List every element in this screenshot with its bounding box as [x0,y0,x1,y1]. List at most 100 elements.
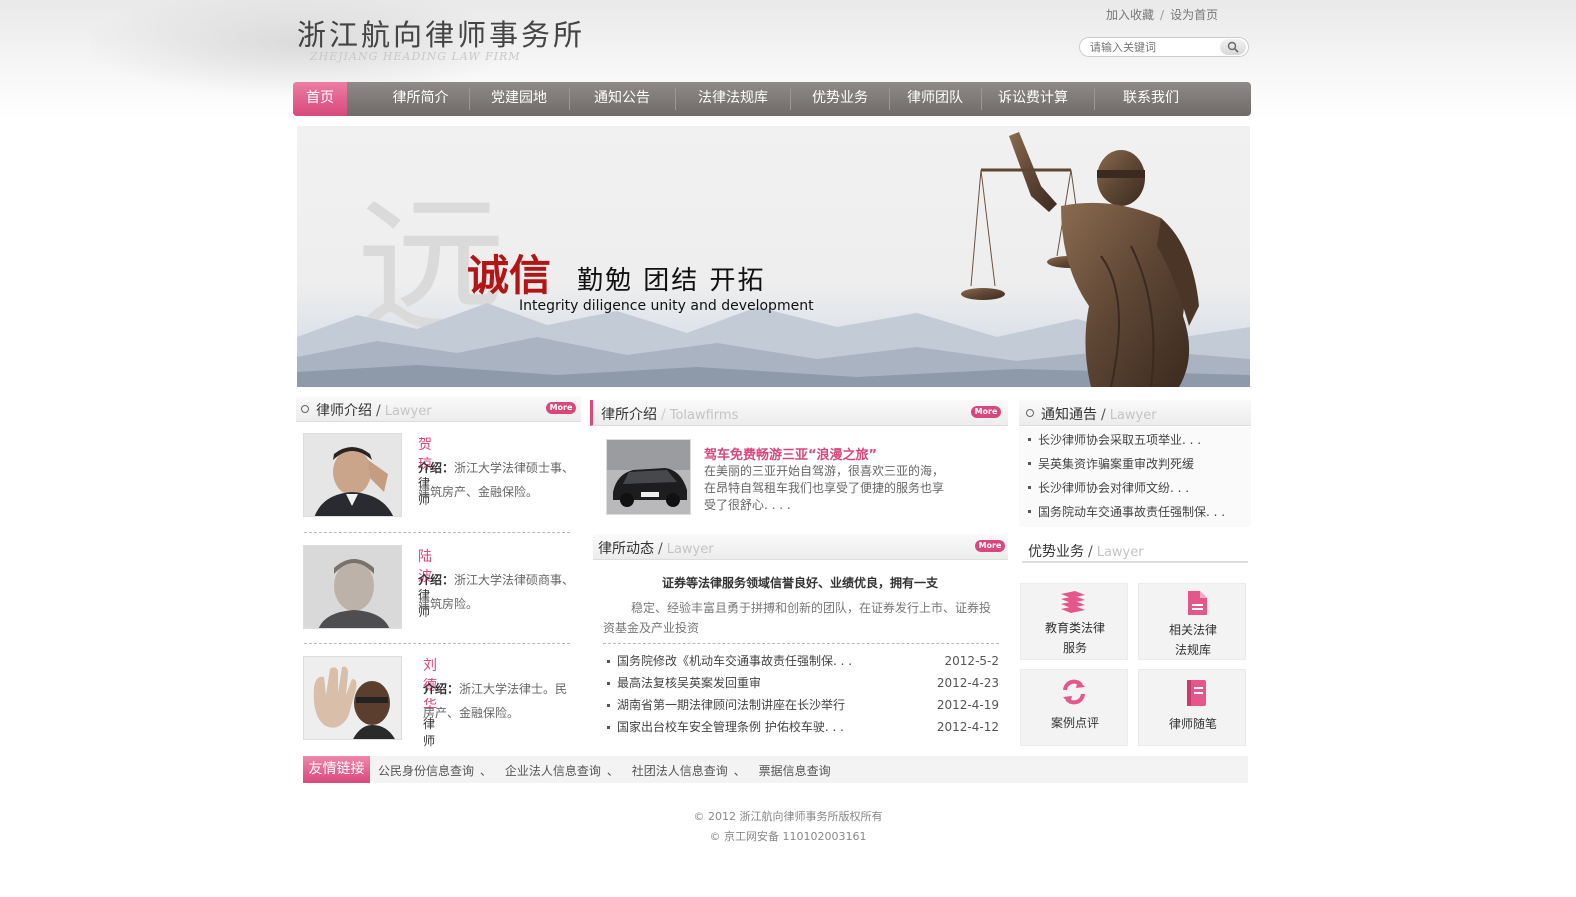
nav-fee-calculator[interactable]: 诉讼费计算 [983,82,1083,116]
firm-intro-subtitle: Tolawfirms [669,408,739,423]
nav-divider [569,88,570,110]
lawyers-section-subtitle: Lawyer [384,404,432,419]
banner-slogan-english: Integrity diligence unity and developmen… [519,298,814,314]
service-case-review[interactable]: 案例点评 [1020,669,1128,746]
firm-news-subtitle: Lawyer [666,542,714,557]
footer-copyright: © 2012 浙江航向律师事务所版权所有 [693,810,883,823]
justice-statue-illustration [961,132,1199,387]
add-favorite-link[interactable]: 加入收藏 [1106,8,1154,22]
news-item-title[interactable]: 湖南省第一期法律顾问法制讲座在长沙举行 [617,698,845,712]
notebook-icon [1187,680,1206,706]
services-slash: / [1088,544,1093,560]
divider [603,643,999,644]
friend-link[interactable]: 公民身份信息查询 [378,764,474,778]
nav-notices[interactable]: 通知公告 [572,82,672,116]
lawyer-portrait-image [304,657,401,739]
lawyers-more-button[interactable]: More [546,402,576,414]
nav-lawyer-team[interactable]: 律师团队 [891,82,979,116]
services-section-header: 优势业务 / Lawyer [1022,537,1248,563]
books-icon [1061,591,1085,613]
service-education-law[interactable]: 教育类法律 服务 [1020,583,1128,660]
services-title: 优势业务 [1028,544,1084,560]
nav-home[interactable]: 首页 [293,82,347,116]
logo-chinese[interactable]: 浙江航向律师事务所 [297,12,585,54]
firm-news-section-header: 律所动态 / Lawyer More [593,534,1008,560]
link-separator: 、 [733,764,746,778]
nav-divider [981,88,982,110]
friend-link[interactable]: 企业法人信息查询 [505,764,601,778]
notice-item[interactable]: 长沙律师协会对律师文纷. . . [1028,476,1248,500]
nav-divider [675,88,676,110]
refresh-icon [1063,679,1085,705]
lawyer-photo[interactable] [303,433,402,517]
notice-item[interactable]: 吴英集资诈骗案重审改判死缓 [1028,452,1248,476]
service-label-line2: 服务 [1062,641,1087,655]
car-image [607,440,690,514]
logo-english: ZHEJIANG HEADING LAW FIRM [310,50,521,63]
search-button[interactable] [1220,39,1246,55]
news-item-date: 2012-5-2 [944,654,999,668]
nav-party-building[interactable]: 党建园地 [471,82,567,116]
search-input[interactable] [1090,40,1215,55]
notices-title: 通知通告 [1041,407,1097,423]
banner-slogan-main: 诚信 [467,251,552,300]
news-list-item[interactable]: 湖南省第一期法律顾问法制讲座在长沙举行 2012-4-19 [607,694,999,716]
notices-subtitle: Lawyer [1109,408,1157,423]
notice-item[interactable]: 长沙律师协会采取五项举业. . . [1028,428,1248,452]
firm-news-slash: / [658,541,663,557]
service-label-line1: 相关法律 [1168,623,1217,637]
news-list-item[interactable]: 最高法复核吴英案发回重审 2012-4-23 [607,672,999,694]
service-law-library[interactable]: 相关法律 法规库 [1138,583,1246,660]
news-item-date: 2012-4-12 [936,720,999,734]
intro-label: 介绍： [423,682,460,696]
firm-intro-more-button[interactable]: More [971,406,1001,418]
divider [304,532,570,533]
headline-title[interactable]: 证券等法律服务领域信誉良好、业绩优良，拥有一支 [600,574,1000,591]
news-list-item[interactable]: 国务院修改《机动车交通事故责任强制保. . . 2012-5-2 [607,650,999,672]
news-thumbnail[interactable] [606,439,691,515]
news-item-title[interactable]: 最高法复核吴英案发回重审 [617,676,761,690]
link-separator: 、 [480,764,493,778]
divider [304,643,570,644]
section-bullet-icon [301,405,309,413]
friend-link[interactable]: 票据信息查询 [759,764,831,778]
news-item-title[interactable]: 国家出台校车安全管理条例 护佑校车驶. . . [617,720,844,734]
nav-firm-intro[interactable]: 律所简介 [373,82,468,116]
lawyers-section-header: 律师介绍 / Lawyer More [296,396,581,422]
nav-contact[interactable]: 联系我们 [1096,82,1206,116]
hero-banner: 远 诚信 勤勉 团结 开拓 Integrity diligence unity … [297,126,1250,387]
lawyers-section-slash: / [376,403,381,419]
nav-divider [889,88,890,110]
friend-links-bar: 友情链接 公民身份信息查询、 企业法人信息查询、 社团法人信息查询、 票据信息查… [303,756,1248,783]
news-title-link[interactable]: 驾车免费畅游三亚“浪漫之旅” [704,444,877,463]
nav-divider [1094,88,1095,110]
nav-law-library[interactable]: 法律法规库 [677,82,789,116]
search-icon [1227,41,1239,53]
news-item-date: 2012-4-23 [936,676,999,690]
intro-label: 介绍： [418,573,455,587]
firm-news-title: 律所动态 [598,541,654,557]
footer-icp: © 京工网安备 110102003161 [709,830,867,843]
friend-link[interactable]: 社团法人信息查询 [632,764,728,778]
news-item-date: 2012-4-19 [936,698,999,712]
main-nav: 首页 律所简介 党建园地 通知公告 法律法规库 优势业务 律师团队 诉讼费计算 … [293,82,1251,116]
banner-slogan-sub: 勤勉 团结 开拓 [577,266,766,296]
nav-services[interactable]: 优势业务 [792,82,888,116]
service-label-line2: 法规库 [1174,643,1211,657]
notice-item[interactable]: 国务院动车交通事故责任强制保. . . [1028,500,1248,524]
firm-news-list: 国务院修改《机动车交通事故责任强制保. . . 2012-5-2 最高法复核吴英案… [607,650,999,738]
firm-intro-title: 律所介绍 [601,407,657,423]
service-lawyer-notes[interactable]: 律师随笔 [1138,669,1246,746]
top-links-separator: / [1160,8,1165,22]
notices-slash: / [1101,407,1106,423]
news-item-title[interactable]: 国务院修改《机动车交通事故责任强制保. . . [617,654,852,668]
nav-divider [790,88,791,110]
services-subtitle: Lawyer [1096,545,1144,560]
lawyer-photo[interactable] [303,545,402,629]
firm-news-more-button[interactable]: More [975,540,1005,552]
news-list-item[interactable]: 国家出台校车安全管理条例 护佑校车驶. . . 2012-4-12 [607,716,999,738]
lawyer-photo[interactable] [303,656,402,740]
set-homepage-link[interactable]: 设为首页 [1170,8,1218,22]
lawyers-section-title: 律师介绍 [316,403,372,419]
notices-list: 长沙律师协会采取五项举业. . . 吴英集资诈骗案重审改判死缓 长沙律师协会对律… [1028,428,1248,524]
